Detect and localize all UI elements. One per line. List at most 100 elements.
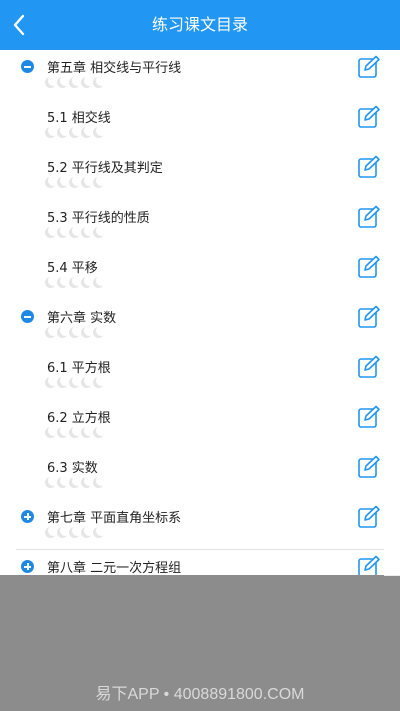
chevron-left-icon	[13, 14, 25, 36]
back-button[interactable]	[4, 9, 34, 41]
star-icon	[69, 127, 80, 138]
star-icon	[69, 477, 80, 488]
rating-stars	[45, 427, 104, 439]
list-item-5-2[interactable]: 5.2 平行线及其判定	[0, 150, 400, 200]
rating-stars	[45, 127, 104, 139]
list-item-label: 5.1 相交线	[47, 111, 111, 126]
list-item-chapter-6[interactable]: 第六章 实数	[0, 300, 400, 350]
list-item-label: 5.3 平行线的性质	[47, 211, 150, 226]
star-icon	[45, 527, 56, 538]
list-item-label: 第七章 平面直角坐标系	[47, 511, 182, 526]
star-icon	[93, 277, 104, 288]
overlay-corner	[384, 560, 400, 576]
rating-stars	[45, 227, 104, 239]
rating-stars	[45, 327, 104, 339]
rating-stars	[45, 177, 104, 189]
star-icon	[57, 327, 68, 338]
star-icon	[93, 77, 104, 88]
list-item-5-3[interactable]: 5.3 平行线的性质	[0, 200, 400, 250]
star-icon	[45, 227, 56, 238]
rating-stars	[45, 477, 104, 489]
list-item-label: 第五章 相交线与平行线	[47, 61, 182, 76]
star-icon	[81, 177, 92, 188]
star-icon	[93, 327, 104, 338]
star-icon	[69, 377, 80, 388]
star-icon	[81, 277, 92, 288]
star-icon	[93, 227, 104, 238]
list-item-5-4[interactable]: 5.4 平移	[0, 250, 400, 300]
list-item-label: 第六章 实数	[47, 311, 117, 326]
list-item-label: 5.2 平行线及其判定	[47, 161, 163, 176]
expand-icon[interactable]	[21, 510, 34, 523]
star-icon	[45, 427, 56, 438]
star-icon	[45, 77, 56, 88]
star-icon	[57, 77, 68, 88]
star-icon	[69, 77, 80, 88]
rating-stars	[45, 527, 104, 539]
star-icon	[93, 527, 104, 538]
app-header: 练习课文目录	[0, 0, 400, 50]
star-icon	[69, 327, 80, 338]
list-item-chapter-5[interactable]: 第五章 相交线与平行线	[0, 50, 400, 100]
edit-icon[interactable]	[357, 105, 381, 129]
list-item-6-1[interactable]: 6.1 平方根	[0, 350, 400, 400]
star-icon	[69, 527, 80, 538]
rating-stars	[45, 277, 104, 289]
edit-icon[interactable]	[357, 505, 381, 529]
list-item-label: 6.1 平方根	[47, 361, 111, 376]
list-item-6-2[interactable]: 6.2 立方根	[0, 400, 400, 450]
star-icon	[81, 77, 92, 88]
edit-icon[interactable]	[357, 305, 381, 329]
rating-stars	[45, 377, 104, 389]
star-icon	[57, 177, 68, 188]
list-item-6-3[interactable]: 6.3 实数	[0, 450, 400, 500]
edit-icon[interactable]	[357, 355, 381, 379]
edit-icon[interactable]	[357, 255, 381, 279]
star-icon	[81, 427, 92, 438]
star-icon	[45, 177, 56, 188]
star-icon	[81, 377, 92, 388]
rating-stars	[45, 77, 104, 89]
list-item-label: 6.3 实数	[47, 461, 98, 476]
star-icon	[81, 327, 92, 338]
star-icon	[57, 527, 68, 538]
list-item-5-1[interactable]: 5.1 相交线	[0, 100, 400, 150]
star-icon	[69, 427, 80, 438]
star-icon	[57, 127, 68, 138]
star-icon	[81, 127, 92, 138]
edit-icon[interactable]	[357, 155, 381, 179]
edit-icon[interactable]	[357, 205, 381, 229]
list-item-label: 5.4 平移	[47, 261, 98, 276]
star-icon	[57, 277, 68, 288]
star-icon	[57, 477, 68, 488]
star-icon	[93, 127, 104, 138]
star-icon	[57, 227, 68, 238]
collapse-icon[interactable]	[21, 60, 34, 73]
star-icon	[45, 327, 56, 338]
star-icon	[69, 227, 80, 238]
collapse-icon[interactable]	[21, 310, 34, 323]
star-icon	[93, 477, 104, 488]
watermark-text: 易下APP • 4008891800.COM	[95, 686, 305, 703]
edit-icon[interactable]	[357, 555, 381, 575]
chapter-list: 第五章 相交线与平行线 5.1 相交线 5.2 平行线及其判定 5.3 平行线的…	[0, 50, 400, 575]
edit-icon[interactable]	[357, 455, 381, 479]
star-icon	[93, 427, 104, 438]
list-item-chapter-8[interactable]: 第八章 二元一次方程组	[0, 550, 400, 575]
star-icon	[69, 177, 80, 188]
star-icon	[45, 127, 56, 138]
list-item-label: 6.2 立方根	[47, 411, 111, 426]
edit-icon[interactable]	[357, 405, 381, 429]
star-icon	[81, 477, 92, 488]
star-icon	[45, 277, 56, 288]
list-item-chapter-7[interactable]: 第七章 平面直角坐标系	[0, 500, 400, 550]
expand-icon[interactable]	[21, 560, 34, 573]
star-icon	[45, 377, 56, 388]
star-icon	[57, 427, 68, 438]
star-icon	[57, 377, 68, 388]
star-icon	[81, 227, 92, 238]
star-icon	[69, 277, 80, 288]
star-icon	[45, 477, 56, 488]
edit-icon[interactable]	[357, 55, 381, 79]
star-icon	[81, 527, 92, 538]
